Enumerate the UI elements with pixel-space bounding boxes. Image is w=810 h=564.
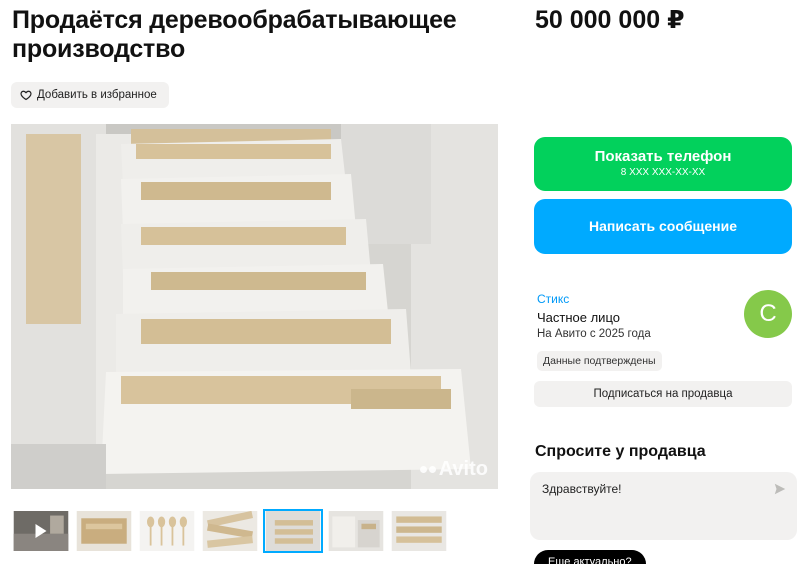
quick-question-chip[interactable]: Еще актуально? [534,550,646,564]
main-photo[interactable]: Avito [11,124,498,489]
photo-bags-of-sticks [11,124,498,489]
thumbnail-photo[interactable] [200,509,260,553]
show-phone-label: Показать телефон [594,148,732,165]
ask-seller-title: Спросите у продавца [535,443,706,460]
subscribe-seller-button[interactable]: Подписаться на продавца [534,381,792,407]
ask-seller-box [530,472,797,540]
thumbnail-photo[interactable] [326,509,386,553]
thumbnail-photo[interactable] [389,509,449,553]
play-icon [35,524,47,538]
send-icon[interactable] [773,482,787,496]
watermark-text: Avito [438,458,488,480]
seller-avatar[interactable]: С [744,290,792,338]
thumbnail-strip [11,509,449,553]
thumbnail-video[interactable] [11,509,71,553]
heart-icon [20,90,32,101]
seller-since: На Авито с 2025 года [537,328,651,340]
thumbnail-photo-active[interactable] [263,509,323,553]
phone-masked: 8 XXX XXX-XX-XX [620,167,706,178]
add-to-favorites-button[interactable]: Добавить в избранное [11,82,169,108]
add-to-favorites-label: Добавить в избранное [37,89,157,101]
verified-badge: Данные подтверждены [537,351,662,371]
show-phone-button[interactable]: Показать телефон 8 XXX XXX-XX-XX [534,137,792,191]
avito-logo-icon [419,466,436,473]
listing-price: 50 000 000 ₽ [535,6,685,34]
write-message-button[interactable]: Написать сообщение [534,199,792,254]
seller-type: Частное лицо [537,310,620,325]
listing-title: Продаётся деревообрабатывающее производс… [12,6,457,63]
thumbnail-photo[interactable] [74,509,134,553]
ask-seller-input[interactable] [542,482,762,496]
avito-watermark: Avito [419,458,488,481]
thumbnail-photo[interactable] [137,509,197,553]
seller-name-link[interactable]: Стикс [537,292,569,306]
